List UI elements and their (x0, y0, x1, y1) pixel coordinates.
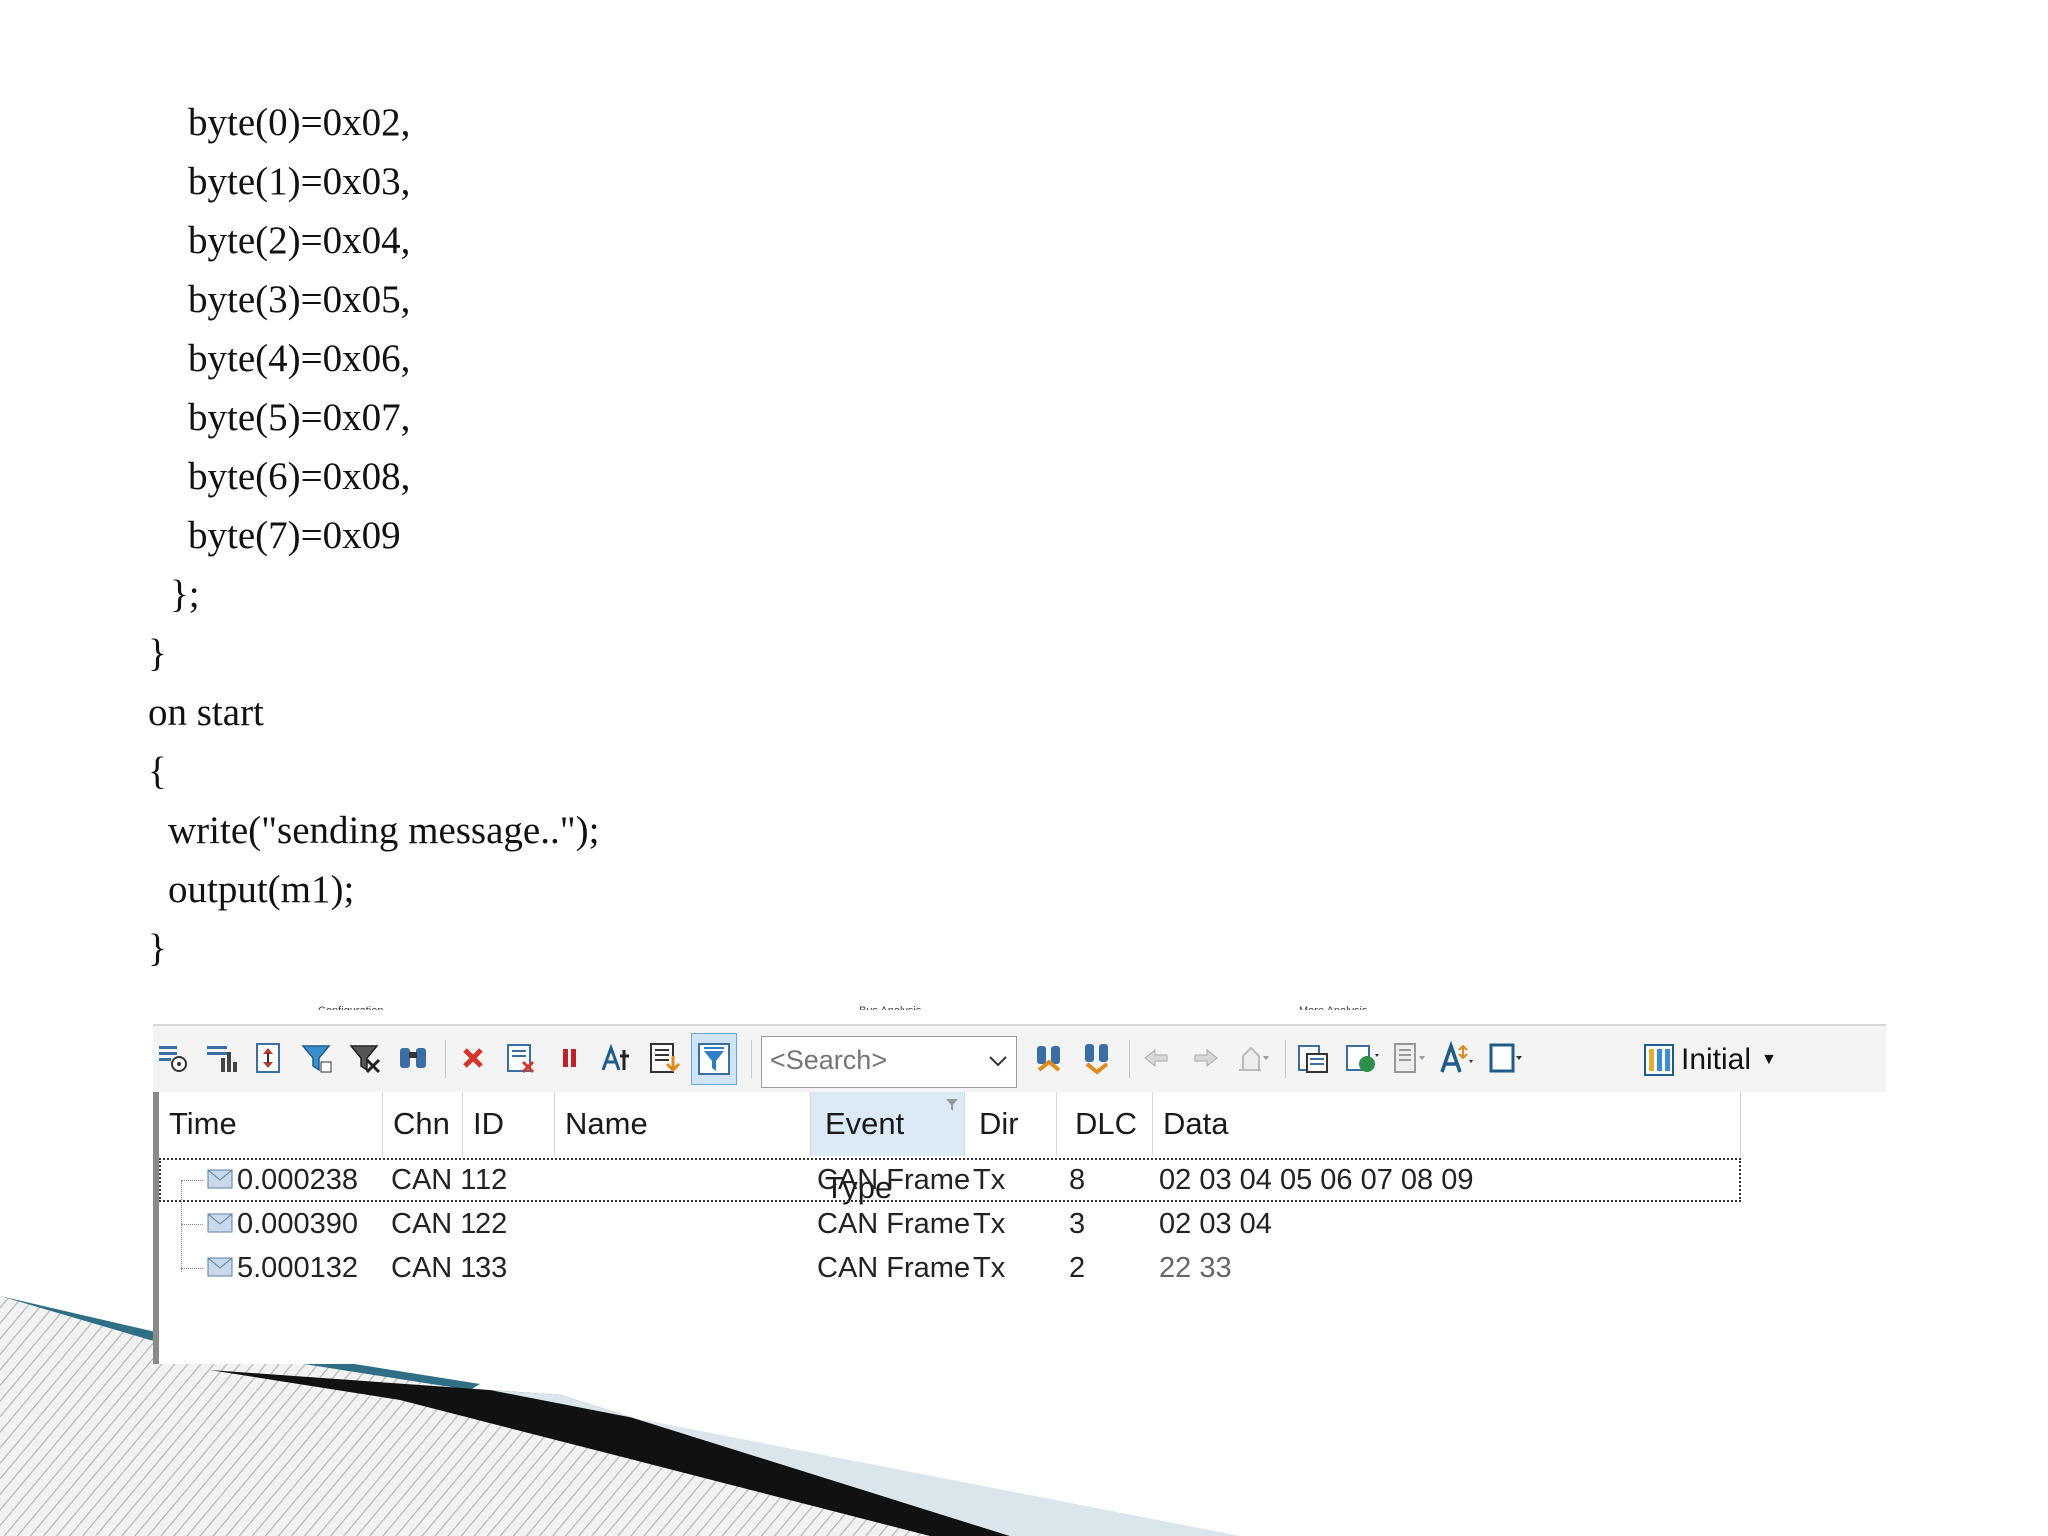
analysis-filter-icon[interactable] (691, 1033, 737, 1085)
column-header-dir[interactable]: Dir (965, 1092, 1057, 1156)
clear-icon[interactable] (453, 1038, 493, 1078)
code-line: byte(6)=0x08, (188, 455, 411, 498)
ribbon-group-configuration[interactable]: Configuration (318, 1000, 383, 1010)
cell-chn: CAN 1 (391, 1208, 477, 1240)
scroll-icon[interactable] (249, 1038, 289, 1078)
code-line: byte(1)=0x03, (188, 160, 411, 203)
window-icon[interactable] (1485, 1038, 1525, 1078)
columns-icon (1644, 1044, 1674, 1076)
ribbon-group-more-analysis[interactable]: More Analysis (1299, 1000, 1367, 1010)
code-line: } (148, 632, 167, 675)
column-header-time[interactable]: Time (159, 1092, 383, 1156)
cell-time: 0.000390 (237, 1208, 358, 1240)
column-header-data[interactable]: Data (1153, 1092, 1741, 1156)
copy-icon[interactable] (1293, 1038, 1333, 1078)
cell-dlc: 2 (1069, 1252, 1086, 1284)
column-layout-dropdown[interactable]: Initial ▼ (1643, 1036, 1777, 1084)
cell-data: 02 03 04 (1159, 1208, 1272, 1240)
toolbar-separator (1285, 1040, 1286, 1078)
cell-chn: CAN 1 (391, 1252, 477, 1284)
cell-chn: CAN 1 (391, 1164, 477, 1196)
find-next-icon[interactable] (1029, 1038, 1069, 1078)
column-header-name[interactable]: Name (555, 1092, 811, 1156)
column-header-chn[interactable]: Chn (383, 1092, 463, 1156)
find-previous-icon[interactable] (1077, 1038, 1117, 1078)
cell-data: 02 03 04 05 06 07 08 09 (1159, 1164, 1474, 1196)
chevron-down-icon[interactable] (986, 1049, 1010, 1073)
code-line: { (148, 750, 167, 793)
table-row[interactable]: 0.000390 CAN 1 22 CAN Frame Tx 3 02 03 0… (159, 1202, 1741, 1246)
code-line: byte(2)=0x04, (188, 219, 411, 262)
new-window-icon[interactable] (153, 1038, 193, 1078)
export-icon[interactable] (1341, 1038, 1381, 1078)
code-line: write("sending message.."); (168, 809, 600, 852)
trace-toolbar: Initial ▼ (153, 1026, 1886, 1092)
grid-header: Time Chn ID Name Event Type Dir DLC Data (159, 1092, 1741, 1205)
find-icon[interactable] (393, 1038, 433, 1078)
code-line: byte(3)=0x05, (188, 278, 411, 321)
cell-time: 0.000238 (237, 1164, 358, 1196)
code-line: byte(0)=0x02, (188, 101, 411, 144)
statistics-icon[interactable] (201, 1038, 241, 1078)
search-combobox[interactable] (761, 1036, 1017, 1088)
font-icon[interactable] (1437, 1038, 1477, 1078)
toolbar-separator (1129, 1040, 1130, 1078)
cell-event-type: CAN Frame (817, 1208, 971, 1240)
ribbon-group-bus-analysis[interactable]: Bus Analysis (859, 1000, 921, 1010)
grid-right-border (1740, 1092, 1741, 1156)
envelope-icon (207, 1213, 233, 1233)
toolbar-separator (751, 1040, 752, 1078)
layout-icon[interactable] (1389, 1038, 1429, 1078)
cell-dir: Tx (973, 1164, 1006, 1196)
search-input[interactable] (770, 1045, 970, 1076)
pause-icon[interactable] (549, 1038, 589, 1078)
cell-event-type: CAN Frame (817, 1164, 971, 1196)
cell-dlc: 8 (1069, 1164, 1086, 1196)
column-header-event-type[interactable]: Event Type (811, 1092, 965, 1205)
code-listing: byte(0)=0x02, byte(1)=0x03, byte(2)=0x04… (0, 0, 2048, 1000)
cell-data: 22 33 (1159, 1252, 1232, 1284)
code-line: byte(5)=0x07, (188, 396, 411, 439)
envelope-icon (207, 1257, 233, 1277)
cell-event-type: CAN Frame (817, 1252, 971, 1284)
code-line: on start (148, 691, 264, 734)
code-line: }; (170, 573, 200, 616)
time-format-icon[interactable] (597, 1038, 637, 1078)
column-filter-icon[interactable] (945, 1098, 959, 1112)
ribbon-group-labels: Configuration Bus Analysis More Analysis (153, 1000, 1886, 1026)
table-row[interactable]: 5.000132 CAN 1 33 CAN Frame Tx 2 22 33 (159, 1246, 1741, 1290)
code-line: output(m1); (168, 868, 355, 911)
code-line: byte(4)=0x06, (188, 337, 411, 380)
cell-id: 33 (475, 1252, 508, 1284)
filter-icon[interactable] (297, 1038, 337, 1078)
marker-icon[interactable] (1233, 1038, 1273, 1078)
cell-dlc: 3 (1069, 1208, 1086, 1240)
cell-dir: Tx (973, 1208, 1006, 1240)
cell-id: 22 (475, 1208, 508, 1240)
toolbar-separator (445, 1040, 446, 1078)
code-line: } (148, 927, 167, 970)
column-header-id[interactable]: ID (463, 1092, 555, 1156)
remove-filter-icon[interactable] (345, 1038, 385, 1078)
cell-id: 12 (475, 1164, 508, 1196)
initial-label: Initial (1681, 1043, 1752, 1076)
clear-selected-icon[interactable] (501, 1038, 541, 1078)
cell-time: 5.000132 (237, 1252, 358, 1284)
cell-dir: Tx (973, 1252, 1006, 1284)
envelope-icon (207, 1169, 233, 1189)
trace-grid: Time Chn ID Name Event Type Dir DLC Data… (159, 1092, 1741, 1364)
column-header-dlc[interactable]: DLC (1057, 1092, 1153, 1156)
caret-down-icon: ▼ (1761, 1051, 1777, 1068)
detail-view-icon[interactable] (645, 1038, 685, 1078)
code-line: byte(7)=0x09 (188, 514, 401, 557)
trace-window: Configuration Bus Analysis More Analysis (153, 1000, 1886, 1364)
back-icon[interactable] (1137, 1038, 1177, 1078)
forward-icon[interactable] (1185, 1038, 1225, 1078)
table-row[interactable]: 0.000238 CAN 1 12 CAN Frame Tx 8 02 03 0… (159, 1158, 1741, 1202)
